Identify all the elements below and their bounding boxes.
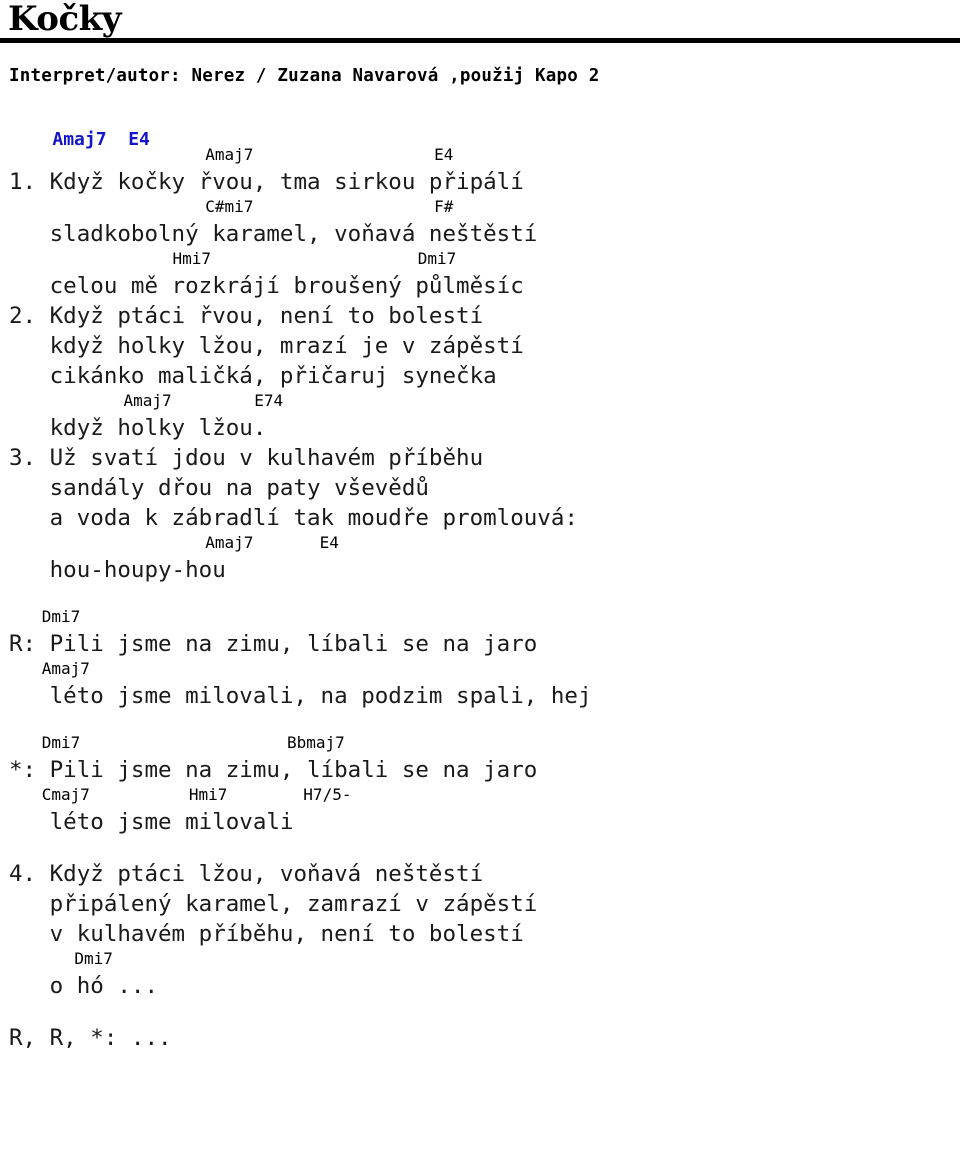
lyric-line: hou-houpy-hou [0,555,960,585]
chord-line: Dmi7 Bbmaj7 [0,733,960,755]
lyric-text: 3. Už svatí jdou v kulhavém příběhu [9,445,484,471]
song-block: R, R, *: ... [0,1023,960,1053]
chord-line: Amaj7 [0,659,960,681]
lyric-line: léto jsme milovali [0,807,960,837]
lyric-text: celou mě rozkrájí broušený půlměsíc [9,273,524,299]
lyric-line: R, R, *: ... [0,1023,960,1053]
lyric-line: R: Pili jsme na zimu, líbali se na jaro [0,629,960,659]
lyric-text: léto jsme milovali [9,809,294,835]
chord-line: Dmi7 [0,607,960,629]
chord-label: Bbmaj7 [286,733,345,752]
intro-chord-line: Amaj7 E4 [0,107,960,150]
lyric-line: když holky lžou, mrazí je v zápěstí [0,331,960,361]
chord-label: H7/5- [303,785,352,804]
lyric-text: R, R, *: ... [9,1025,172,1051]
lyric-text: a voda k zábradlí tak moudře promlouvá: [9,505,578,531]
lyric-text: léto jsme milovali, na podzim spali, hej [9,683,592,709]
lyric-line: v kulhavém příběhu, není to bolestí [0,919,960,949]
lyric-text: o hó ... [9,973,159,999]
blank-spacer [0,711,960,733]
lyric-text: připálený karamel, zamrazí v zápěstí [9,891,538,917]
lyric-text: *: Pili jsme na zimu, líbali se na jaro [9,757,538,783]
lyric-line: a voda k zábradlí tak moudře promlouvá: [0,503,960,533]
chord-label: E74 [254,391,284,410]
lyric-line: o hó ... [0,971,960,1001]
lyric-line: když holky lžou. [0,413,960,443]
song-block: Dmi7 R: Pili jsme na zimu, líbali se na j… [0,607,960,711]
lyric-text: když holky lžou. [9,415,267,441]
song-block: 3. Už svatí jdou v kulhavém příběhu sand… [0,443,960,585]
chord-line: Amaj7 E74 [0,391,960,413]
lyric-text: 2. Když ptáci řvou, není to bolestí [9,303,484,329]
chord-label: Amaj7 [41,659,90,678]
lyric-text: 1. Když kočky řvou, tma sirkou připálí [9,169,524,195]
lyric-line: *: Pili jsme na zimu, líbali se na jaro [0,755,960,785]
chord-label: Cmaj7 [41,785,90,804]
lyric-text: sandály dřou na paty vševědů [9,475,429,501]
blank-spacer [0,837,960,859]
lyric-text: když holky lžou, mrazí je v zápěstí [9,333,524,359]
chord-label: Amaj7 [205,145,254,164]
song-sheet-page: Kočky Interpret/autor: Nerez / Zuzana Na… [0,0,960,1173]
chord-line: C#mi7 F# [0,197,960,219]
chord-label: Dmi7 [74,949,113,968]
song-block: Amaj7 E4 1. Když kočky řvou, tma sirkou př… [0,145,960,301]
chord-label: Dmi7 [41,733,81,752]
lyric-line: 3. Už svatí jdou v kulhavém příběhu [0,443,960,473]
lyric-text: 4. Když ptáci lžou, voňavá neštěstí [9,861,484,887]
lyric-text: sladkobolný karamel, voňavá neštěstí [9,221,538,247]
chord-label: Amaj7 [205,533,254,552]
chord-line: Hmi7 Dmi7 [0,249,960,271]
lyric-line: sladkobolný karamel, voňavá neštěstí [0,219,960,249]
chord-label: E4 [434,145,454,164]
lyric-text: v kulhavém příběhu, není to bolestí [9,921,524,947]
blank-spacer [0,585,960,607]
lyric-line: 4. Když ptáci lžou, voňavá neštěstí [0,859,960,889]
lyric-line: celou mě rozkrájí broušený půlměsíc [0,271,960,301]
lyric-text: hou-houpy-hou [9,557,226,583]
blank-spacer [0,1001,960,1023]
lyric-text: cikánko maličká, přičaruj synečka [9,363,497,389]
interpret-author-line: Interpret/autor: Nerez / Zuzana Navarová… [9,66,600,86]
lyric-text: R: Pili jsme na zimu, líbali se na jaro [9,631,538,657]
chord-label: E4 [319,533,339,552]
chord-label: C#mi7 [205,197,254,216]
chord-label: F# [434,197,454,216]
song-block: 2. Když ptáci řvou, není to bolestí když… [0,301,960,443]
lyric-line: léto jsme milovali, na podzim spali, hej [0,681,960,711]
chord-line: Dmi7 [0,949,960,971]
song-body: Amaj7 E4 1. Když kočky řvou, tma sirkou př… [0,129,960,1053]
lyric-line: sandály dřou na paty vševědů [0,473,960,503]
lyric-line: 1. Když kočky řvou, tma sirkou připálí [0,167,960,197]
song-block: 4. Když ptáci lžou, voňavá neštěstí přip… [0,859,960,1001]
chord-label: Amaj7 [123,391,172,410]
chord-line: Amaj7 E4 [0,145,960,167]
lyric-line: připálený karamel, zamrazí v zápěstí [0,889,960,919]
chord-label: Dmi7 [417,249,457,268]
song-block: Dmi7 Bbmaj7 *: Pili jsme na zimu, líbali s… [0,733,960,837]
page-title: Kočky [8,0,122,39]
lyric-line: cikánko maličká, přičaruj synečka [0,361,960,391]
lyric-line: 2. Když ptáci řvou, není to bolestí [0,301,960,331]
chord-label: Hmi7 [188,785,228,804]
chord-line: Amaj7 E4 [0,533,960,555]
chord-line: Cmaj7 Hmi7 H7/5- [0,785,960,807]
chord-label: Hmi7 [172,249,212,268]
chord-label: Dmi7 [41,607,81,626]
